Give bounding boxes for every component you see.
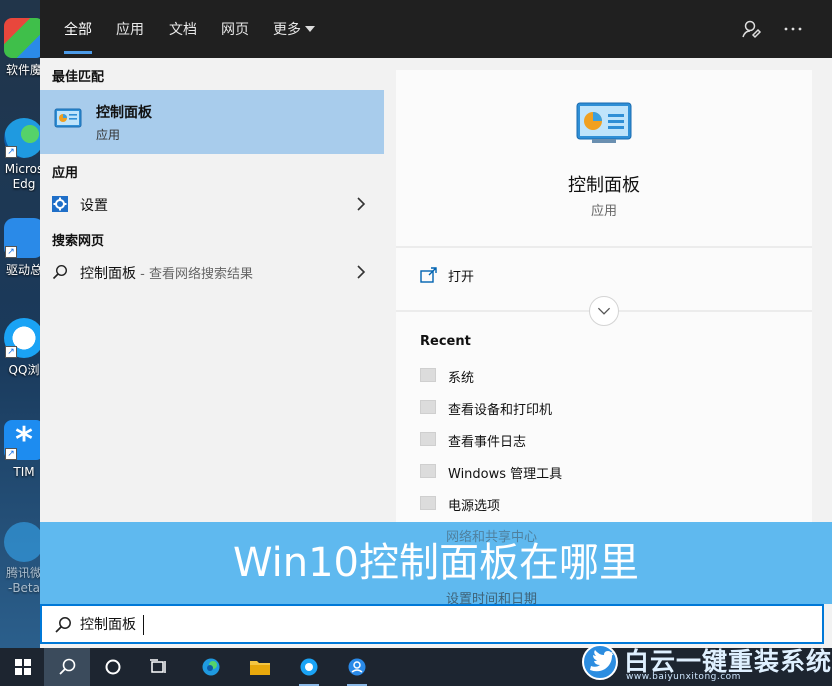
tab-more-label: 更多 xyxy=(273,22,301,38)
chevron-down-icon xyxy=(597,307,611,315)
cortana-button[interactable] xyxy=(90,648,136,686)
best-match-subtitle: 应用 xyxy=(96,128,121,142)
start-button[interactable] xyxy=(0,648,46,686)
open-label: 打开 xyxy=(448,270,475,285)
recent-item-label: 查看事件日志 xyxy=(448,435,527,450)
tab-more[interactable]: 更多 xyxy=(273,0,315,58)
shortcut-arrow-icon: ↗ xyxy=(5,146,17,158)
best-match-title: 控制面板 xyxy=(96,105,152,121)
expand-button[interactable] xyxy=(589,296,619,326)
web-search-heading: 搜索网页 xyxy=(52,234,105,249)
feedback-icon[interactable] xyxy=(740,18,762,40)
search-input[interactable] xyxy=(80,612,680,636)
open-icon xyxy=(420,267,437,283)
chevron-down-icon xyxy=(305,26,315,32)
result-settings[interactable]: 设置 xyxy=(40,188,384,220)
search-icon xyxy=(52,264,68,280)
recent-item-icon xyxy=(420,368,436,382)
divider xyxy=(396,246,812,248)
best-match-item[interactable]: 控制面板 应用 xyxy=(40,90,384,154)
recent-item-label: 系统 xyxy=(448,371,475,386)
edge-icon xyxy=(202,658,220,676)
search-box[interactable] xyxy=(40,604,824,644)
web-result-suffix: - 查看网络搜索结果 xyxy=(136,267,253,282)
task-view-icon xyxy=(150,659,166,673)
control-panel-icon xyxy=(576,102,632,143)
task-view-button[interactable] xyxy=(136,648,182,686)
preview-title: 控制面板 xyxy=(568,175,640,196)
search-icon xyxy=(59,658,76,675)
search-icon xyxy=(55,617,71,633)
preview-subtitle: 应用 xyxy=(590,204,617,219)
best-match-heading: 最佳匹配 xyxy=(52,70,105,85)
software-icon xyxy=(4,18,44,58)
result-web-search[interactable]: 控制面板 - 查看网络搜索结果 xyxy=(40,256,384,288)
twitter-bird-icon xyxy=(582,644,618,680)
cloud-icon xyxy=(4,522,44,562)
taskbar-file-explorer[interactable] xyxy=(236,648,282,686)
windows-logo-icon xyxy=(15,659,31,675)
apps-heading: 应用 xyxy=(52,166,79,181)
recent-item-icon xyxy=(420,496,436,510)
recent-item-icon xyxy=(420,400,436,414)
shortcut-arrow-icon: ↗ xyxy=(5,346,17,358)
taskbar-search-button[interactable] xyxy=(44,648,90,686)
preview-pane: 控制面板 应用 打开 Recent 系统 查看设备和打印机 查看事件日志 Win… xyxy=(396,70,812,524)
more-options-icon[interactable] xyxy=(782,18,804,40)
recent-item-label: 电源选项 xyxy=(448,499,501,514)
taskbar-qq-browser[interactable] xyxy=(286,648,332,686)
qq-browser-icon xyxy=(300,658,318,676)
web-result-text: 控制面板 - 查看网络搜索结果 xyxy=(80,263,253,283)
shortcut-arrow-icon: ↗ xyxy=(5,246,17,258)
shortcut-arrow-icon: ↗ xyxy=(5,448,17,460)
folder-icon xyxy=(250,661,270,675)
cortana-icon xyxy=(105,659,121,675)
recent-item-icon xyxy=(420,464,436,478)
tab-all[interactable]: 全部 xyxy=(64,0,92,58)
tab-apps[interactable]: 应用 xyxy=(116,0,144,58)
banner-title: Win10控制面板在哪里 xyxy=(232,540,640,586)
control-panel-icon xyxy=(54,108,82,128)
results-list: 最佳匹配 控制面板 应用 应用 设置 搜索网页 控制面板 - 查看网络搜索结果 xyxy=(40,58,384,524)
taskbar-edge[interactable] xyxy=(188,648,234,686)
title-banner: 网络和共享中心 设置时间和日期 Win10控制面板在哪里 xyxy=(40,522,832,607)
chevron-right-icon xyxy=(357,265,366,279)
tab-documents[interactable]: 文档 xyxy=(169,0,197,58)
chevron-right-icon xyxy=(357,197,366,211)
web-result-query: 控制面板 xyxy=(80,266,136,282)
recent-item-icon xyxy=(420,432,436,446)
recent-heading: Recent xyxy=(420,334,471,349)
recent-item-label: Windows 管理工具 xyxy=(448,467,563,482)
settings-label: 设置 xyxy=(80,198,108,214)
tab-web[interactable]: 网页 xyxy=(221,0,249,58)
text-cursor xyxy=(143,615,144,635)
search-tab-bar: 全部 应用 文档 网页 更多 xyxy=(40,0,832,58)
recent-item-label: 查看设备和打印机 xyxy=(448,403,553,418)
watermark-url: www.baiyunxitong.com xyxy=(626,672,741,682)
settings-gear-icon xyxy=(52,196,68,212)
driver-icon xyxy=(348,658,366,676)
taskbar-driver-app[interactable] xyxy=(334,648,380,686)
watermark-logo: 白云一键重装系统 www.baiyunxitong.com xyxy=(578,640,832,686)
